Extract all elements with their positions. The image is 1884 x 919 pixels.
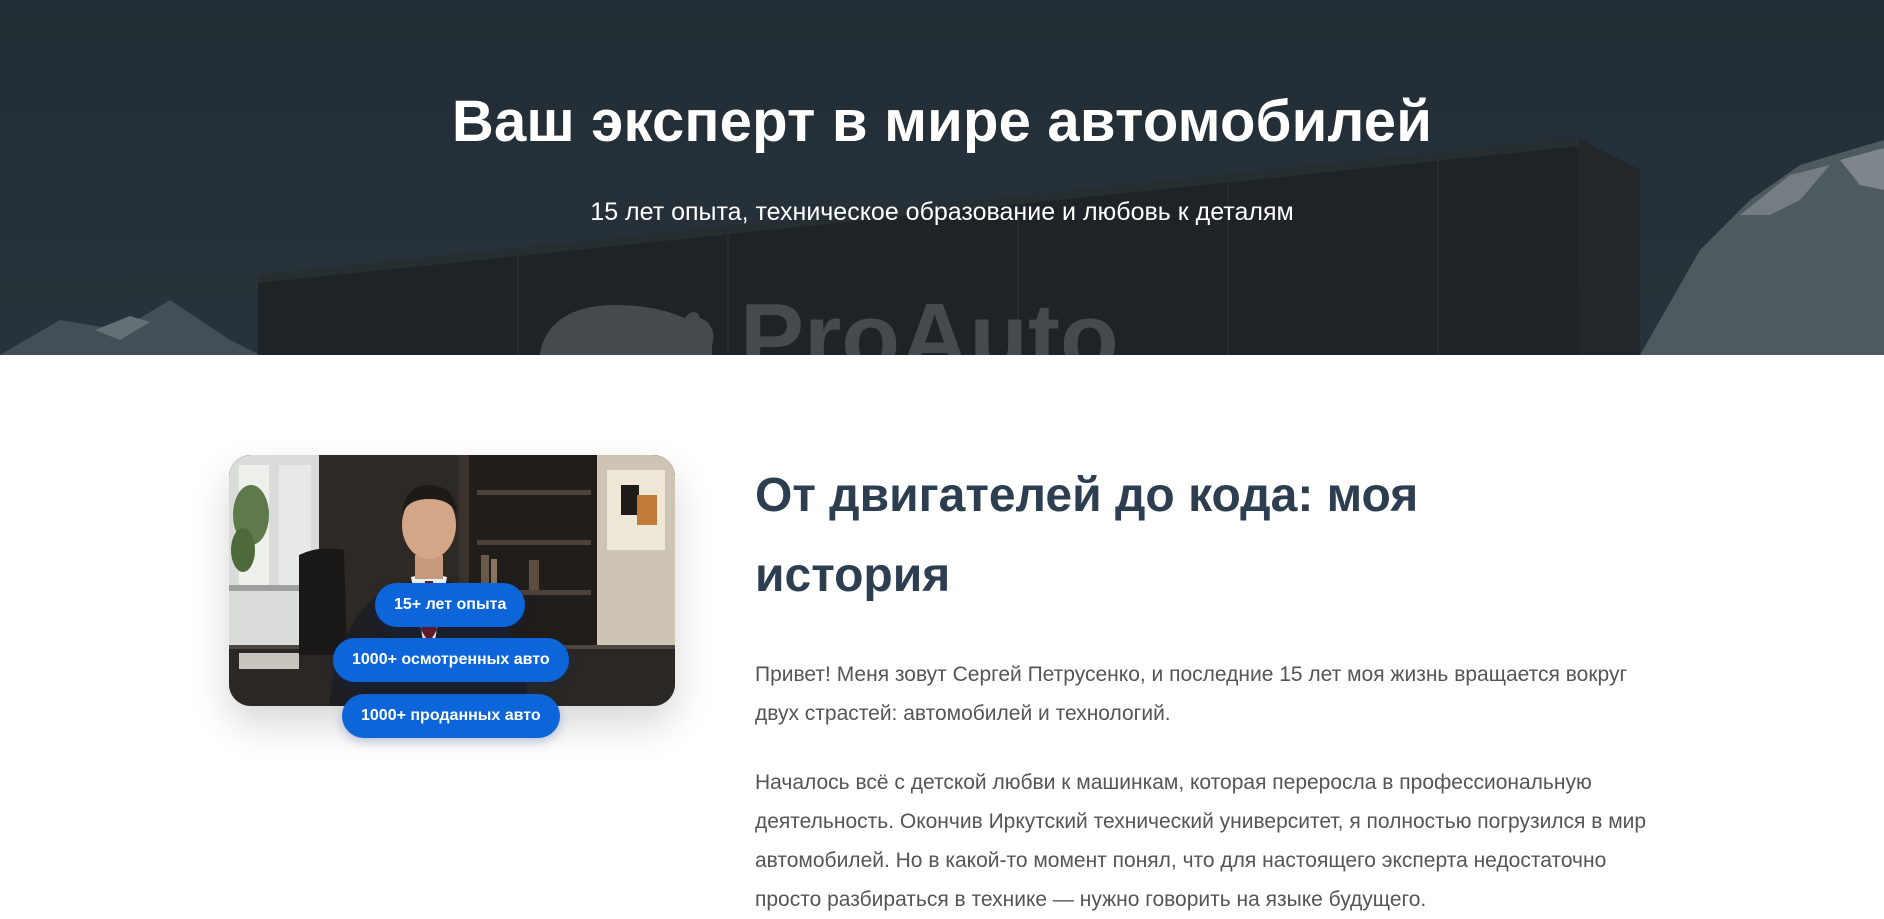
inspected-cars-badge: 1000+ осмотренных авто [333,638,569,682]
story-paragraph-2: Началось всё с детской любви к машинкам,… [755,771,1647,911]
story-title: От двигателей до кода: моя история [755,469,1419,602]
experience-badge: 15+ лет опыта [375,583,526,627]
hero-title: Ваш эксперт в мире автомобилей [451,89,1433,154]
sold-cars-badge: 1000+ проданных авто [342,694,560,738]
hero-background-image: ProAuto [0,0,1884,355]
story-paragraph-1: Привет! Меня зовут Сергей Петрусенко, и … [755,663,1628,725]
hero-subtitle: 15 лет опыта, техническое образование и … [590,198,1294,226]
hero-section: ProAuto Ваш эксперт в мире автомобилей 1… [0,0,1884,355]
